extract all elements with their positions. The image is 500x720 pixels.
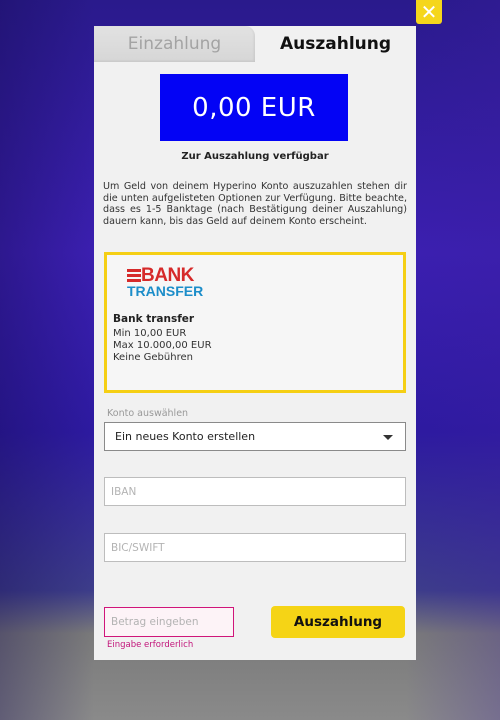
amount-input[interactable]	[104, 607, 234, 637]
bank-transfer-logo: BANK TRANSFER	[127, 265, 207, 300]
close-icon: ✕	[420, 0, 438, 24]
method-fees: Keine Gebühren	[113, 352, 193, 363]
bic-input[interactable]	[104, 533, 406, 562]
logo-word-transfer: TRANSFER	[127, 283, 204, 299]
iban-input[interactable]	[104, 477, 406, 506]
account-select-value: Ein neues Konto erstellen	[115, 430, 256, 443]
payment-method-bank-transfer[interactable]: BANK TRANSFER Bank transfer Min 10,00 EU…	[104, 252, 406, 393]
background-left	[0, 0, 94, 720]
dropdown-arrow-icon	[383, 435, 393, 440]
account-select-label: Konto auswählen	[107, 408, 189, 419]
amount-error-message: Eingabe erforderlich	[107, 640, 194, 650]
background-right	[406, 0, 500, 720]
bank-bars-icon	[127, 269, 141, 283]
payout-button[interactable]: Auszahlung	[271, 606, 405, 638]
info-text: Um Geld von deinem Hyperino Konto auszuz…	[103, 181, 407, 227]
method-min: Min 10,00 EUR	[113, 328, 187, 339]
balance-display: 0,00 EUR	[160, 74, 348, 141]
balance-caption: Zur Auszahlung verfügbar	[181, 151, 329, 162]
method-name: Bank transfer	[113, 313, 195, 325]
withdrawal-modal: Einzahlung Auszahlung 0,00 EUR Zur Ausza…	[94, 26, 416, 660]
account-select[interactable]: Ein neues Konto erstellen	[104, 422, 406, 451]
close-button[interactable]: ✕	[416, 0, 442, 24]
method-max: Max 10.000,00 EUR	[113, 340, 212, 351]
tab-einzahlung[interactable]: Einzahlung	[94, 26, 255, 62]
tab-bar: Einzahlung Auszahlung	[94, 26, 416, 62]
tab-auszahlung[interactable]: Auszahlung	[255, 26, 416, 62]
